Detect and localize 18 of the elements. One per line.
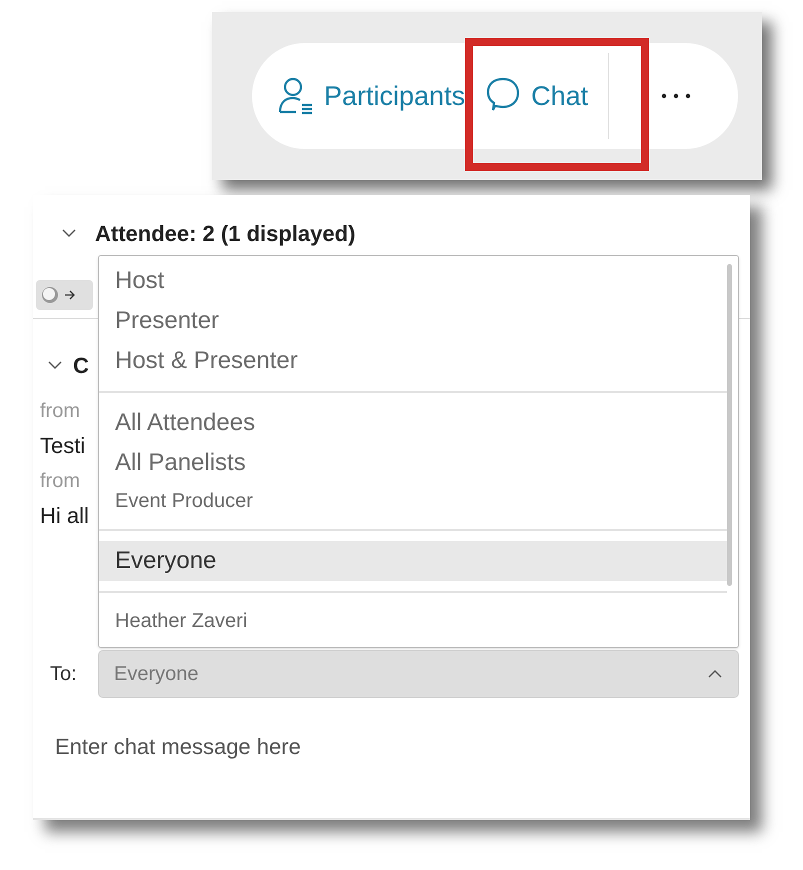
menu-item[interactable]: Event Producer bbox=[99, 483, 727, 519]
menu-item[interactable]: Everyone bbox=[99, 541, 727, 581]
sender-label: from bbox=[40, 469, 80, 494]
menu-item[interactable]: All Panelists bbox=[99, 443, 727, 483]
recipient-select[interactable]: Everyone bbox=[98, 650, 739, 698]
menu-item[interactable]: Host & Presenter bbox=[99, 341, 727, 381]
to-label: To: bbox=[49, 662, 78, 687]
menu-item[interactable]: Presenter bbox=[99, 301, 727, 341]
message-text: Testi bbox=[40, 432, 86, 460]
message-text: Hi all bbox=[40, 502, 89, 530]
section-title: Attendee: 2 (1 displayed) bbox=[95, 220, 356, 248]
menu-item[interactable]: Host bbox=[99, 261, 727, 301]
sender-label: from bbox=[40, 399, 80, 424]
section-title: C bbox=[73, 352, 89, 380]
chat-button[interactable]: Chat bbox=[485, 61, 608, 131]
menu-item[interactable]: Heather Zaveri bbox=[99, 603, 727, 639]
menu-item[interactable]: All Attendees bbox=[99, 403, 727, 443]
participants-button[interactable]: Participants bbox=[278, 61, 486, 131]
